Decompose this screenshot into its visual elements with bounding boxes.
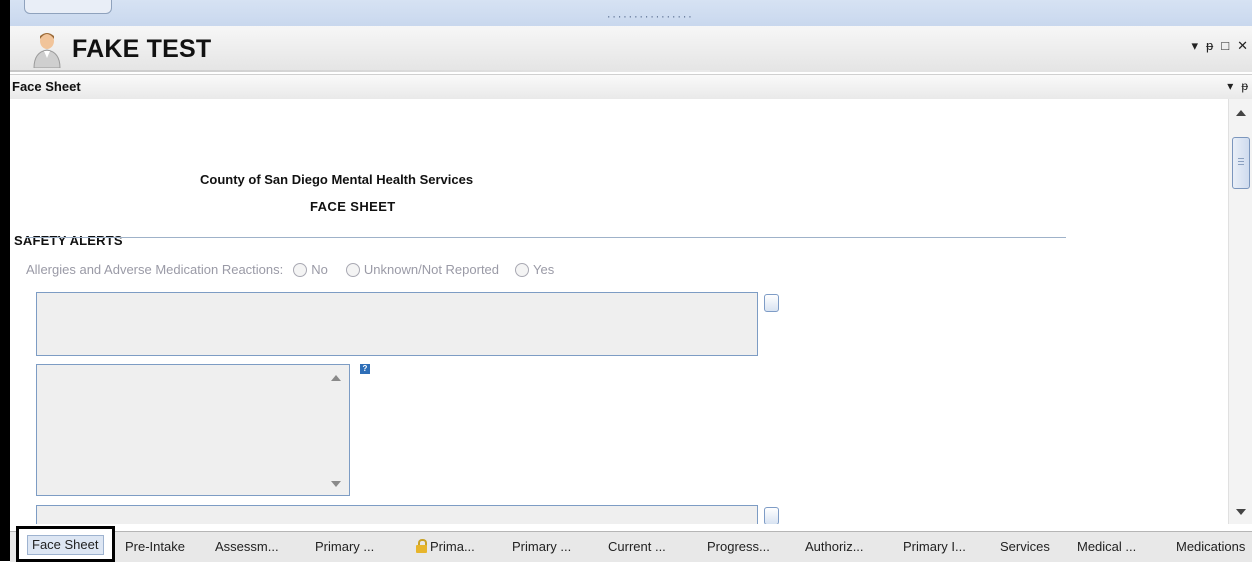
radio-circle-icon[interactable] [293, 262, 308, 277]
tab-current[interactable]: Current ... [608, 532, 666, 562]
maximize-icon[interactable]: □ [1221, 38, 1229, 54]
radio-circle-icon[interactable] [515, 262, 530, 277]
tab-services[interactable]: Services [1000, 532, 1050, 562]
radio-label: Yes [533, 262, 555, 277]
window-controls: ▾ ᵽ □ ✕ [1191, 38, 1248, 54]
tab-pre-intake[interactable]: Pre-Intake [125, 532, 185, 562]
allergy-details-field[interactable] [36, 292, 758, 356]
panel-title: Face Sheet [12, 79, 81, 94]
tab-authorization[interactable]: Authoriz... [805, 532, 864, 562]
sheet-title: FACE SHEET [310, 199, 396, 214]
scroll-up-icon[interactable] [1236, 110, 1246, 116]
window-title-bar: FAKE TEST ▾ ᵽ □ ✕ [10, 26, 1252, 72]
close-icon[interactable]: ✕ [1237, 38, 1248, 54]
radio-no[interactable]: No [293, 262, 328, 277]
tab-medications[interactable]: Medications [1176, 532, 1245, 562]
radio-circle-icon[interactable] [345, 262, 360, 277]
radio-label: No [311, 262, 328, 277]
pin-icon[interactable]: ᵽ [1241, 79, 1248, 93]
panel-header: Face Sheet ▾ ᵽ [10, 74, 1252, 100]
tab-primary-2[interactable]: Primary ... [512, 532, 571, 562]
allergy-question: Allergies and Adverse Medication Reactio… [26, 262, 554, 277]
lock-icon [416, 539, 427, 553]
radio-label: Unknown/Not Reported [363, 262, 500, 277]
dropdown-arrow-icon[interactable]: ▾ [1227, 79, 1233, 93]
panel-controls: ▾ ᵽ [1227, 79, 1248, 93]
scroll-down-icon[interactable] [1236, 509, 1246, 515]
tab-assessment[interactable]: Assessm... [215, 532, 279, 562]
top-dock-tab[interactable] [24, 0, 112, 14]
radio-yes[interactable]: Yes [515, 262, 554, 277]
field-lookup-button[interactable] [764, 294, 779, 312]
section-heading: SAFETY ALERTS [14, 233, 123, 248]
scroll-up-icon[interactable] [331, 375, 341, 381]
top-dock-strip: ················ [10, 0, 1252, 27]
notes-textarea[interactable] [36, 364, 350, 496]
splitter-grip[interactable]: ················ [606, 14, 693, 23]
additional-field[interactable] [36, 505, 758, 524]
vertical-scrollbar[interactable] [1228, 99, 1252, 524]
tab-primary-1[interactable]: Primary ... [315, 532, 374, 562]
bottom-tabstrip: Face Sheet Pre-Intake Assessm... Primary… [10, 526, 1252, 562]
scrollbar-thumb[interactable] [1232, 137, 1250, 189]
radio-unknown[interactable]: Unknown/Not Reported [345, 262, 500, 277]
field-lookup-button[interactable] [764, 507, 779, 524]
allergy-label: Allergies and Adverse Medication Reactio… [26, 262, 284, 277]
org-name: County of San Diego Mental Health Servic… [200, 172, 474, 187]
tab-face-sheet[interactable]: Face Sheet [16, 526, 115, 562]
section-divider [26, 237, 1066, 238]
tab-primary-i[interactable]: Primary I... [903, 532, 966, 562]
help-icon[interactable]: ? [360, 364, 370, 374]
dropdown-arrow-icon[interactable]: ▾ [1191, 38, 1198, 54]
tab-progress[interactable]: Progress... [707, 532, 770, 562]
form-content: County of San Diego Mental Health Servic… [10, 99, 1228, 524]
tab-primary-locked[interactable]: Prima... [416, 532, 475, 562]
title-underline [10, 70, 710, 72]
tab-medical[interactable]: Medical ... [1077, 532, 1136, 562]
window-title: FAKE TEST [72, 35, 212, 63]
scroll-down-icon[interactable] [331, 481, 341, 487]
left-border [0, 0, 10, 561]
pin-icon[interactable]: ᵽ [1206, 38, 1213, 54]
person-icon [33, 33, 61, 68]
